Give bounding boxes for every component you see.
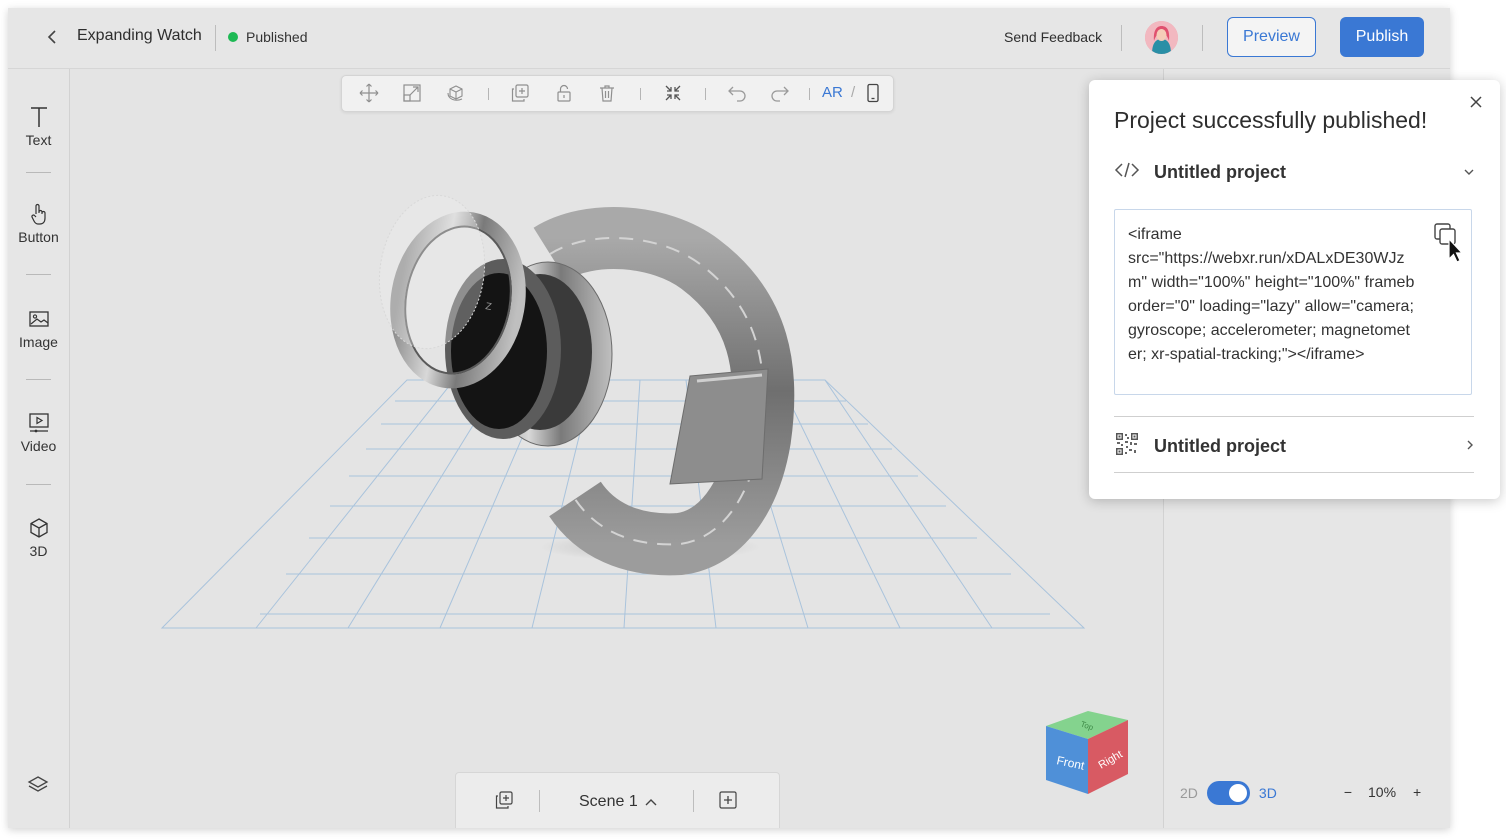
trash-icon[interactable] xyxy=(596,82,618,104)
mode-separator: / xyxy=(851,84,856,101)
sidebar-item-image[interactable]: Image xyxy=(8,306,69,350)
divider xyxy=(26,379,51,380)
move-icon[interactable] xyxy=(358,82,380,104)
left-sidebar: Text Button Image Video 3D xyxy=(8,69,70,828)
sidebar-item-text[interactable]: Text xyxy=(8,104,69,148)
chevron-down-icon xyxy=(1464,163,1474,181)
view-cube[interactable]: Front Right Top xyxy=(1044,706,1130,798)
embed-code-box[interactable]: <iframe src="https://webxr.run/xDALxDE30… xyxy=(1114,209,1472,395)
duplicate-scene-icon[interactable] xyxy=(494,790,514,815)
rotate-icon[interactable] xyxy=(445,82,467,104)
preview-button[interactable]: Preview xyxy=(1227,17,1316,57)
publish-success-popup: Project successfully published! Untitled… xyxy=(1089,80,1500,499)
divider xyxy=(809,88,810,100)
ar-mode-button[interactable]: AR xyxy=(822,84,843,101)
sidebar-item-label: Image xyxy=(19,334,58,350)
embed-accordion-header[interactable]: Untitled project xyxy=(1114,158,1474,186)
embed-code[interactable]: <iframe src="https://webxr.run/xDALxDE30… xyxy=(1128,223,1418,367)
3d-option[interactable]: 3D xyxy=(1259,785,1277,801)
cube-icon xyxy=(8,515,69,541)
status-dot-icon xyxy=(228,32,238,42)
sidebar-item-label: Button xyxy=(18,229,59,245)
divider xyxy=(693,790,694,812)
sidebar-item-label: Text xyxy=(25,132,52,148)
copy-icon[interactable] xyxy=(1433,222,1467,271)
qr-accordion-header[interactable]: Untitled project xyxy=(1114,431,1474,462)
qr-code-icon xyxy=(1114,431,1140,462)
zoom-level: 10% xyxy=(1368,784,1397,800)
undo-icon[interactable] xyxy=(726,82,748,104)
video-icon xyxy=(8,410,69,436)
chevron-right-icon xyxy=(1467,437,1474,455)
layers-icon[interactable] xyxy=(27,774,49,801)
scene-canvas: Z xyxy=(160,194,1086,629)
3d-viewport[interactable]: Z Front Right Top xyxy=(70,69,1162,828)
zoom-control: − 10% + xyxy=(1341,784,1424,800)
code-icon xyxy=(1114,161,1140,184)
scene-bar: Scene 1 xyxy=(455,772,780,828)
watch-model: Z xyxy=(378,194,795,576)
divider xyxy=(1114,416,1474,417)
divider xyxy=(26,274,51,275)
divider xyxy=(640,88,641,100)
add-scene-icon[interactable] xyxy=(718,790,738,815)
popup-title: Project successfully published! xyxy=(1114,107,1428,133)
switch-knob xyxy=(1228,784,1247,802)
lock-icon[interactable] xyxy=(553,82,575,104)
2d-option[interactable]: 2D xyxy=(1180,785,1198,801)
scale-icon[interactable] xyxy=(401,82,423,104)
close-icon[interactable] xyxy=(1469,92,1483,115)
divider xyxy=(488,88,489,100)
project-title: Expanding Watch xyxy=(77,27,202,44)
avatar[interactable] xyxy=(1145,21,1178,54)
publish-status: Published xyxy=(228,29,308,45)
zoom-out-button[interactable]: − xyxy=(1341,784,1355,800)
send-feedback-link[interactable]: Send Feedback xyxy=(1004,29,1102,45)
divider xyxy=(26,484,51,485)
back-chevron-icon[interactable] xyxy=(42,26,62,48)
divider xyxy=(1114,472,1474,473)
image-icon xyxy=(8,306,69,332)
sidebar-item-3d[interactable]: 3D xyxy=(8,515,69,559)
2d-3d-switch[interactable] xyxy=(1206,781,1250,805)
scene-selector[interactable]: Scene 1 xyxy=(579,793,657,811)
redo-icon[interactable] xyxy=(769,82,791,104)
divider xyxy=(26,172,51,173)
divider xyxy=(215,25,216,51)
phone-icon[interactable] xyxy=(862,82,884,104)
view-mode-toggle: 2D 3D xyxy=(1180,781,1277,805)
collapse-icon[interactable] xyxy=(662,82,684,104)
scene-name: Scene 1 xyxy=(579,793,638,810)
divider xyxy=(1121,25,1122,51)
sidebar-item-label: 3D xyxy=(29,543,48,559)
text-icon xyxy=(8,104,69,130)
chevron-up-icon xyxy=(645,793,657,811)
canvas-toolbar: AR / xyxy=(341,75,894,112)
publish-button[interactable]: Publish xyxy=(1340,17,1424,57)
sidebar-item-button[interactable]: Button xyxy=(8,201,69,245)
zoom-in-button[interactable]: + xyxy=(1410,784,1424,800)
qr-project-label: Untitled project xyxy=(1154,435,1287,456)
embed-project-label: Untitled project xyxy=(1154,161,1287,182)
hand-pointer-icon xyxy=(8,201,69,227)
duplicate-icon[interactable] xyxy=(509,82,531,104)
divider xyxy=(705,88,706,100)
top-bar: Expanding Watch Published Send Feedback … xyxy=(8,8,1450,69)
divider xyxy=(1202,25,1203,51)
divider xyxy=(539,790,540,812)
sidebar-item-video[interactable]: Video xyxy=(8,410,69,454)
status-label: Published xyxy=(246,29,308,45)
sidebar-item-label: Video xyxy=(20,438,57,454)
